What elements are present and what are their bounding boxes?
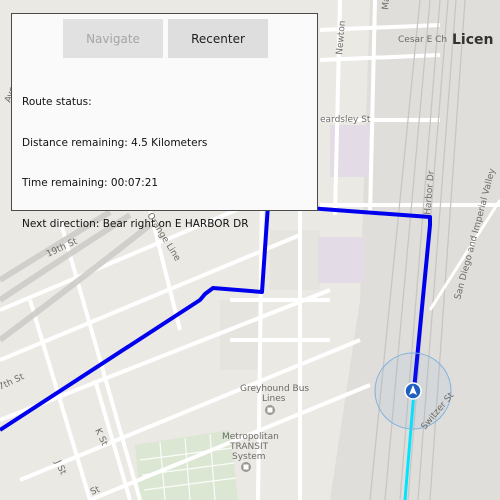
license-watermark: Licen	[452, 32, 494, 48]
map-label-transit-2: TRANSIT	[229, 442, 269, 452]
bus-icon	[265, 405, 275, 415]
time-remaining: Time remaining: 00:07:21	[22, 177, 159, 189]
map-label-cesar: Cesar E Ch	[398, 35, 447, 45]
map-label-transit-1: Metropolitan	[222, 432, 279, 442]
next-direction: Next direction: Bear right on E HARBOR D…	[22, 217, 249, 230]
map-label-transit-3: System	[232, 452, 266, 462]
institution-area	[318, 237, 364, 283]
map-label-greyhound-1: Greyhound Bus	[240, 384, 309, 394]
navigate-button[interactable]: Navigate	[63, 19, 163, 58]
recenter-button[interactable]: Recenter	[168, 19, 268, 58]
map-label-greyhound-2: Lines	[262, 394, 286, 404]
map-label-beardsley: eardsley St	[320, 115, 371, 125]
route-status-text: Route status: Distance remaining: 4.5 Ki…	[22, 69, 249, 258]
route-status-heading: Route status:	[22, 96, 92, 108]
transit-icon	[241, 462, 251, 472]
distance-remaining: Distance remaining: 4.5 Kilometers	[22, 136, 208, 149]
map-label-ma: Ma	[381, 0, 392, 10]
route-status-panel: Navigate Recenter Route status: Distance…	[11, 13, 318, 230]
